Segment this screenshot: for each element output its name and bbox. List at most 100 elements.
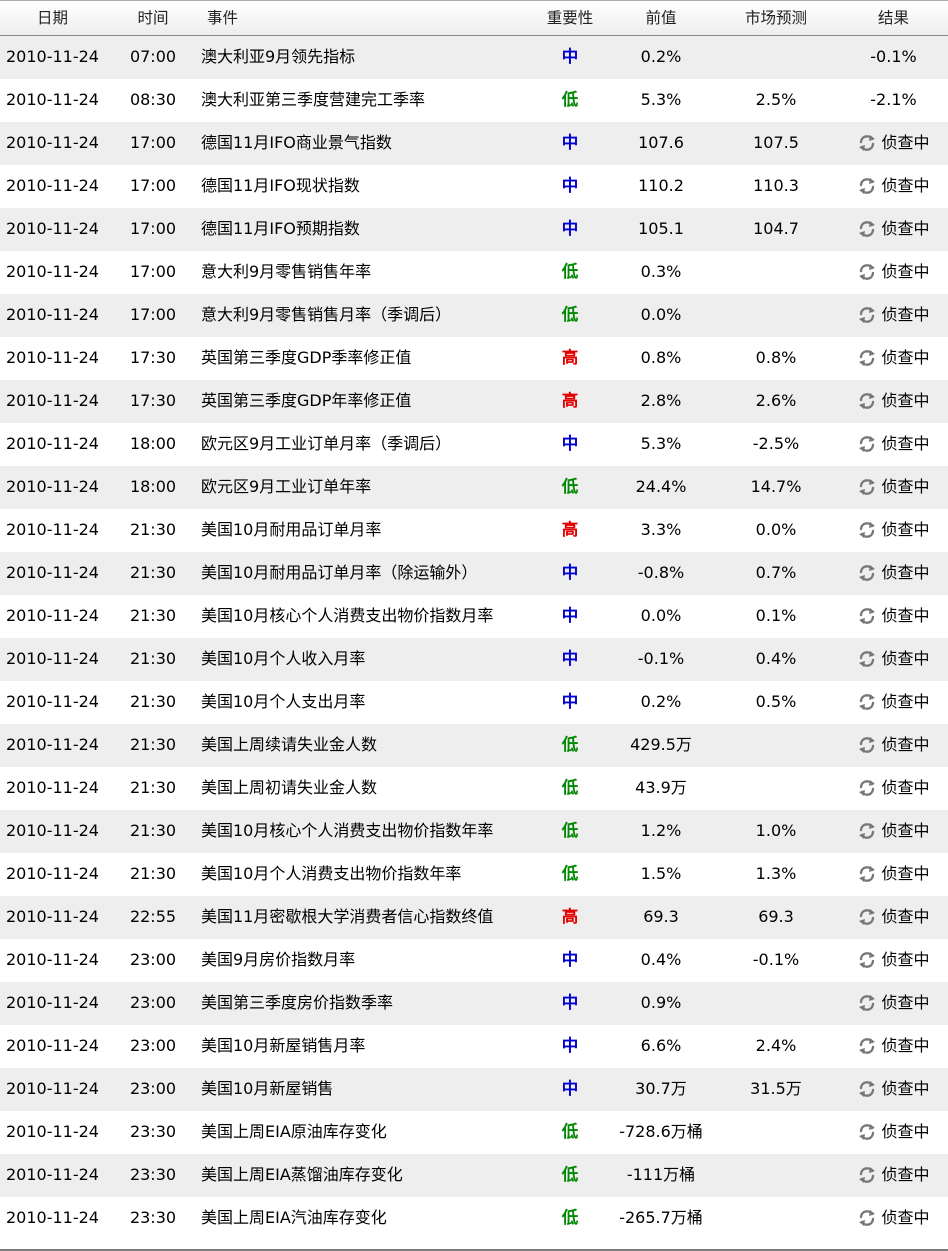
pending-label: 侦查中 — [881, 649, 930, 668]
row-result: 侦查中 — [839, 380, 948, 423]
row-forecast: 104.7 — [753, 219, 799, 238]
header-time[interactable]: 时间 — [105, 1, 201, 35]
row-result: 侦查中 — [839, 810, 948, 853]
row-result: -2.1% — [870, 90, 917, 109]
row-event: 欧元区9月工业订单月率（季调后） — [201, 434, 452, 453]
row-previous: 110.2 — [638, 176, 684, 195]
header-importance[interactable]: 重要性 — [531, 1, 609, 35]
row-time: 17:30 — [129, 391, 177, 410]
pending-status: 侦查中 — [857, 294, 930, 335]
pending-label: 侦查中 — [881, 864, 930, 883]
pending-label: 侦查中 — [881, 434, 930, 453]
row-time: 18:00 — [129, 477, 177, 496]
row-importance: 中 — [561, 993, 579, 1012]
row-event: 美国上周EIA汽油库存变化 — [201, 1208, 387, 1227]
row-time: 21:30 — [129, 735, 177, 754]
row-previous: -728.6万桶 — [619, 1122, 703, 1141]
row-time: 21:30 — [129, 778, 177, 797]
row-result: 侦查中 — [839, 466, 948, 509]
refresh-icon — [859, 952, 876, 968]
header-forecast[interactable]: 市场预测 — [713, 1, 839, 35]
row-importance: 低 — [561, 735, 579, 754]
row-importance: 中 — [561, 606, 579, 625]
header-event[interactable]: 事件 — [207, 1, 537, 35]
row-previous: 30.7万 — [635, 1079, 687, 1098]
row-previous: 43.9万 — [635, 778, 687, 797]
pending-status: 侦查中 — [857, 638, 930, 679]
row-previous: 0.0% — [640, 606, 682, 625]
refresh-icon — [859, 909, 876, 925]
row-result: 侦查中 — [839, 423, 948, 466]
table-row: 2010-11-24 23:30 美国上周EIA汽油库存变化 低 -265.7万桶 侦查中 — [0, 1197, 948, 1240]
row-importance: 中 — [561, 176, 579, 195]
row-forecast — [713, 1154, 839, 1197]
header-result[interactable]: 结果 — [839, 1, 948, 35]
row-importance: 中 — [561, 47, 579, 66]
row-previous: 0.4% — [640, 950, 682, 969]
row-date: 2010-11-24 — [6, 563, 99, 582]
row-previous: 5.3% — [640, 90, 682, 109]
refresh-icon — [859, 264, 876, 280]
row-event: 意大利9月零售销售年率 — [201, 262, 372, 281]
refresh-icon — [859, 307, 876, 323]
table-row: 2010-11-24 17:00 意大利9月零售销售年率 低 0.3% 侦查中 — [0, 251, 948, 294]
row-result: 侦查中 — [839, 939, 948, 982]
pending-label: 侦查中 — [881, 692, 930, 711]
row-importance: 高 — [561, 520, 579, 539]
row-importance: 中 — [561, 649, 579, 668]
row-forecast: 1.0% — [755, 821, 797, 840]
row-result: 侦查中 — [839, 982, 948, 1025]
row-time: 23:30 — [129, 1208, 177, 1227]
row-date: 2010-11-24 — [6, 133, 99, 152]
row-time: 23:00 — [129, 950, 177, 969]
row-previous: 105.1 — [638, 219, 684, 238]
pending-status: 侦查中 — [857, 552, 930, 593]
row-event: 意大利9月零售销售月率（季调后） — [201, 305, 452, 324]
row-event: 英国第三季度GDP季率修正值 — [201, 348, 412, 367]
row-date: 2010-11-24 — [6, 735, 99, 754]
row-result: -0.1% — [870, 47, 917, 66]
row-forecast: 2.5% — [755, 90, 797, 109]
row-forecast — [713, 767, 839, 810]
pending-status: 侦查中 — [857, 896, 930, 937]
row-forecast: 0.7% — [755, 563, 797, 582]
table-row: 2010-11-24 21:30 美国10月个人支出月率 中 0.2% 0.5% 侦查中 — [0, 681, 948, 724]
row-forecast: 0.0% — [755, 520, 797, 539]
pending-label: 侦查中 — [881, 735, 930, 754]
row-date: 2010-11-24 — [6, 950, 99, 969]
table-row: 2010-11-24 17:30 英国第三季度GDP年率修正值 高 2.8% 2.6% 侦查… — [0, 380, 948, 423]
refresh-icon — [859, 522, 876, 538]
row-result: 侦查中 — [839, 1025, 948, 1068]
pending-label: 侦查中 — [881, 606, 930, 625]
pending-status: 侦查中 — [857, 509, 930, 550]
row-forecast: 31.5万 — [750, 1079, 802, 1098]
row-result: 侦查中 — [839, 638, 948, 681]
refresh-icon — [859, 479, 876, 495]
row-previous: -0.1% — [637, 649, 685, 668]
row-forecast — [713, 1111, 839, 1154]
table-row: 2010-11-24 17:00 德国11月IFO预期指数 中 105.1 104.7 侦查… — [0, 208, 948, 251]
header-date[interactable]: 日期 — [0, 1, 105, 35]
table-row: 2010-11-24 23:00 美国第三季度房价指数季率 中 0.9% 侦查中 — [0, 982, 948, 1025]
row-previous: -111万桶 — [626, 1165, 696, 1184]
row-time: 21:30 — [129, 821, 177, 840]
row-date: 2010-11-24 — [6, 1122, 99, 1141]
pending-label: 侦查中 — [881, 262, 930, 281]
pending-label: 侦查中 — [881, 176, 930, 195]
row-time: 23:30 — [129, 1122, 177, 1141]
row-event: 美国10月个人消费支出物价指数年率 — [201, 864, 462, 883]
row-result: 侦查中 — [839, 1197, 948, 1240]
row-result: 侦查中 — [839, 337, 948, 380]
row-previous: 0.0% — [640, 305, 682, 324]
row-event: 美国上周EIA原油库存变化 — [201, 1122, 387, 1141]
row-result: 侦查中 — [839, 1068, 948, 1111]
row-importance: 高 — [561, 907, 579, 926]
row-importance: 中 — [561, 219, 579, 238]
pending-label: 侦查中 — [881, 778, 930, 797]
header-previous[interactable]: 前值 — [609, 1, 713, 35]
row-event: 美国9月房价指数月率 — [201, 950, 356, 969]
row-forecast: -0.1% — [752, 950, 800, 969]
row-result: 侦查中 — [839, 1154, 948, 1197]
row-result: 侦查中 — [839, 165, 948, 208]
row-forecast — [713, 251, 839, 294]
